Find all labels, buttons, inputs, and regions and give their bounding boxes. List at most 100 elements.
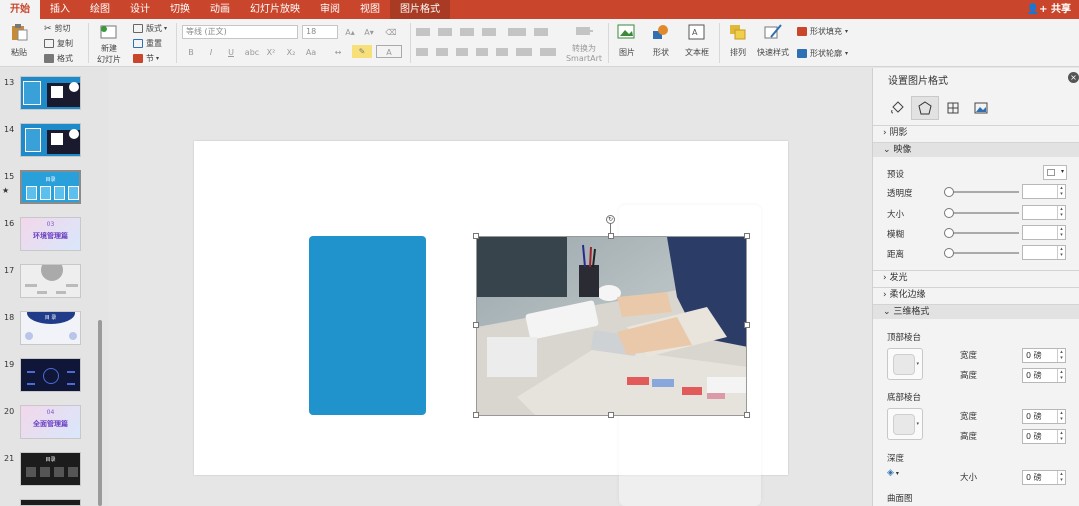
effects-tab[interactable] bbox=[911, 96, 939, 120]
thumbnail-scrollbar[interactable] bbox=[98, 320, 102, 506]
preset-dropdown[interactable]: ▾ bbox=[1043, 165, 1067, 180]
resize-handle[interactable] bbox=[744, 322, 750, 328]
transparency-spinner[interactable]: ▴ ▾ bbox=[1022, 184, 1066, 199]
section-shadow[interactable]: › 阴影 bbox=[873, 125, 1079, 140]
slide-thumbnail[interactable]: 15 ★ 目录 bbox=[0, 170, 100, 210]
tab-draw[interactable]: 绘图 bbox=[80, 0, 120, 19]
slider-thumb[interactable] bbox=[944, 187, 954, 197]
scissors-icon: ✂ bbox=[44, 23, 52, 34]
size-spinner[interactable]: ▴ ▾ bbox=[1022, 205, 1066, 220]
top-width-spinner[interactable]: 0 磅 ▴ ▾ bbox=[1022, 348, 1066, 363]
arrange-button[interactable]: 排列 bbox=[724, 19, 752, 58]
pane-title: 设置图片格式 bbox=[888, 76, 948, 87]
slide-thumbnail[interactable]: 16 03 环境管理篇 bbox=[0, 217, 100, 257]
bottom-bevel-dropdown[interactable]: ▾ bbox=[887, 408, 923, 440]
char-spacing-button[interactable]: ↔ bbox=[328, 46, 348, 59]
slide-thumbnail[interactable]: 14 bbox=[0, 123, 100, 163]
insert-textbox-button[interactable]: A 文本框 bbox=[683, 19, 711, 58]
depth-size-spinner[interactable]: 0 磅 ▴ ▾ bbox=[1022, 470, 1066, 485]
shrink-font-button[interactable]: A▾ bbox=[362, 26, 376, 39]
slide-thumbnail[interactable]: 18 目 录 bbox=[0, 311, 100, 351]
bold-button[interactable]: B bbox=[184, 46, 198, 59]
chevron-right-icon: › bbox=[883, 290, 887, 300]
cut-button[interactable]: ✂ 剪切 bbox=[44, 23, 71, 34]
rotate-handle-icon[interactable]: ↻ bbox=[606, 215, 615, 224]
font-name-select[interactable]: 等线 (正文) bbox=[182, 25, 298, 39]
resize-handle[interactable] bbox=[744, 412, 750, 418]
tab-animations[interactable]: 动画 bbox=[200, 0, 240, 19]
slide-thumbnail[interactable]: 20 04 全面管理篇 bbox=[0, 405, 100, 445]
resize-handle[interactable] bbox=[608, 233, 614, 239]
paste-button[interactable]: 粘贴 bbox=[6, 19, 32, 58]
tab-review[interactable]: 审阅 bbox=[310, 0, 350, 19]
tab-design[interactable]: 设计 bbox=[120, 0, 160, 19]
section-3d-format[interactable]: ⌄ 三维格式 bbox=[873, 304, 1079, 319]
office-desk-photo[interactable] bbox=[476, 236, 747, 416]
slider-thumb[interactable] bbox=[944, 208, 954, 218]
new-slide-button[interactable]: 新建 幻灯片 bbox=[94, 19, 124, 65]
tab-insert[interactable]: 插入 bbox=[40, 0, 80, 19]
transparency-slider[interactable] bbox=[949, 191, 1019, 193]
share-button[interactable]: 👤+ 共享 bbox=[1027, 0, 1071, 19]
change-case-button[interactable]: Aa bbox=[304, 46, 318, 59]
tab-slideshow[interactable]: 幻灯片放映 bbox=[240, 0, 310, 19]
quick-styles-button[interactable]: 快速样式 bbox=[756, 19, 790, 58]
clear-format-icon[interactable]: ⌫ bbox=[384, 26, 398, 39]
grow-font-button[interactable]: A▴ bbox=[343, 26, 357, 39]
slider-thumb[interactable] bbox=[944, 248, 954, 258]
tab-view[interactable]: 视图 bbox=[350, 0, 390, 19]
top-height-spinner[interactable]: 0 磅 ▴ ▾ bbox=[1022, 368, 1066, 383]
section-reflection[interactable]: ⌄ 映像 bbox=[873, 142, 1079, 157]
strikethrough-button[interactable]: abc bbox=[243, 46, 261, 59]
blur-spinner[interactable]: ▴ ▾ bbox=[1022, 225, 1066, 240]
font-color-button[interactable]: A bbox=[376, 45, 402, 58]
slide-thumbnail[interactable] bbox=[0, 499, 100, 506]
copy-button[interactable]: 复制 bbox=[44, 38, 73, 49]
size-properties-tab[interactable] bbox=[939, 96, 967, 120]
slide-thumbnail[interactable]: 19 bbox=[0, 358, 100, 398]
distance-spinner[interactable]: ▴ ▾ bbox=[1022, 245, 1066, 260]
superscript-button[interactable]: X² bbox=[264, 46, 278, 59]
bottom-width-spinner[interactable]: 0 磅 ▴ ▾ bbox=[1022, 409, 1066, 424]
shape-outline-button[interactable]: 形状轮廓 ▾ bbox=[797, 48, 848, 59]
slide-thumbnail[interactable]: 21 目录 bbox=[0, 452, 100, 492]
format-painter-button[interactable]: 格式 bbox=[44, 53, 73, 64]
italic-button[interactable]: I bbox=[204, 46, 218, 59]
tab-transitions[interactable]: 切换 bbox=[160, 0, 200, 19]
blur-slider[interactable] bbox=[949, 232, 1019, 234]
resize-handle[interactable] bbox=[473, 412, 479, 418]
top-bevel-dropdown[interactable]: ▾ bbox=[887, 348, 923, 380]
reset-button[interactable]: 重置 bbox=[133, 38, 162, 49]
shape-fill-button[interactable]: 形状填充 ▾ bbox=[797, 26, 848, 37]
slide-thumbnail[interactable]: 13 bbox=[0, 76, 100, 116]
convert-smartart-button[interactable]: 转换为 SmartArt bbox=[566, 19, 602, 63]
size-slider[interactable] bbox=[949, 212, 1019, 214]
slider-thumb[interactable] bbox=[944, 228, 954, 238]
slide-thumbnail[interactable]: 17 bbox=[0, 264, 100, 304]
paragraph-list-buttons[interactable] bbox=[416, 27, 566, 37]
highlight-button[interactable]: ✎ bbox=[352, 45, 372, 58]
bottom-height-spinner[interactable]: 0 磅 ▴ ▾ bbox=[1022, 429, 1066, 444]
distance-slider[interactable] bbox=[949, 252, 1019, 254]
resize-handle[interactable] bbox=[473, 233, 479, 239]
paragraph-align-buttons[interactable] bbox=[416, 47, 566, 57]
section-glow[interactable]: › 发光 bbox=[873, 270, 1079, 285]
close-icon[interactable]: × bbox=[1068, 72, 1079, 83]
underline-button[interactable]: U bbox=[224, 46, 238, 59]
section-button[interactable]: 节 ▾ bbox=[133, 53, 159, 64]
insert-shapes-button[interactable]: 形状 bbox=[648, 19, 674, 58]
blue-rounded-rectangle-shape[interactable] bbox=[309, 236, 426, 415]
subscript-button[interactable]: X₂ bbox=[284, 46, 298, 59]
resize-handle[interactable] bbox=[744, 233, 750, 239]
picture-tab[interactable] bbox=[967, 96, 995, 120]
tab-home[interactable]: 开始 bbox=[0, 0, 40, 19]
tab-picture-format[interactable]: 图片格式 bbox=[390, 0, 450, 19]
depth-color-dropdown[interactable]: ◈ ▾ bbox=[887, 467, 911, 483]
layout-button[interactable]: 版式 ▾ bbox=[133, 23, 167, 34]
insert-picture-button[interactable]: 图片 bbox=[614, 19, 640, 58]
font-size-select[interactable]: 18 bbox=[302, 25, 338, 39]
resize-handle[interactable] bbox=[608, 412, 614, 418]
resize-handle[interactable] bbox=[473, 322, 479, 328]
fill-line-tab[interactable] bbox=[883, 96, 911, 120]
section-soft-edges[interactable]: › 柔化边缘 bbox=[873, 287, 1079, 302]
